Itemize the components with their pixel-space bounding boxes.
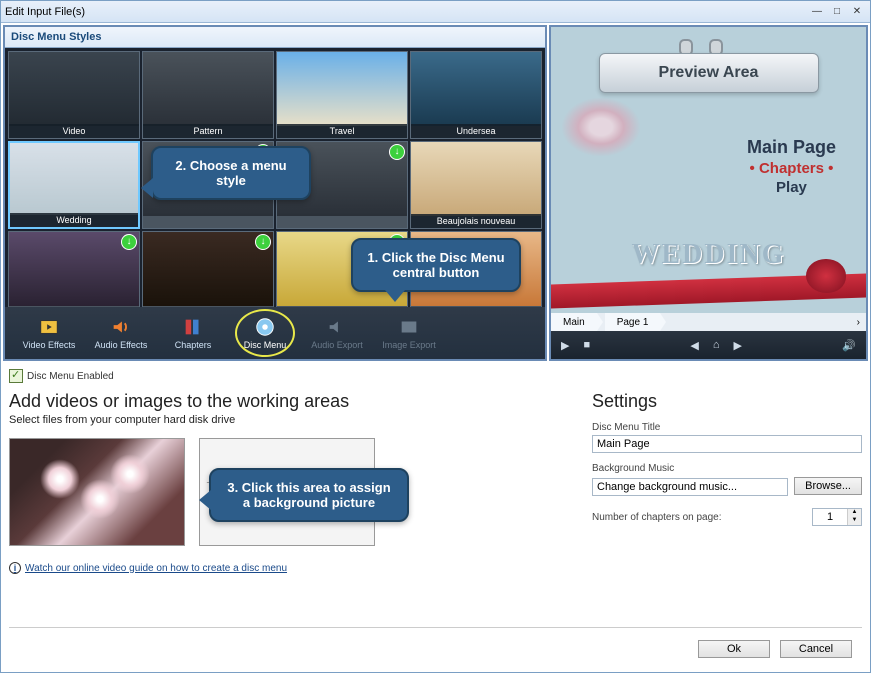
minimize-button[interactable]: — xyxy=(808,5,826,19)
preview-menu-play: Play xyxy=(747,179,836,196)
stop-icon[interactable]: ■ xyxy=(583,339,590,351)
page-breadcrumb: Main Page 1 › xyxy=(551,313,866,331)
preview-menu: Main Page • Chapters • Play xyxy=(747,137,836,196)
play-icon[interactable]: ▶ xyxy=(561,339,569,352)
playback-controls: ▶ ■ ◀ ⌂ ▶ 🔊 xyxy=(551,331,866,359)
tool-audio-export[interactable]: Audio Export xyxy=(301,309,373,357)
download-icon: ↓ xyxy=(121,234,137,250)
preview-label: Preview Area xyxy=(599,53,819,93)
close-button[interactable]: ✕ xyxy=(848,5,866,19)
home-icon[interactable]: ⌂ xyxy=(713,339,720,351)
working-subheading: Select files from your computer hard dis… xyxy=(9,414,562,426)
disc-menu-enabled-row: Disc Menu Enabled xyxy=(9,367,862,391)
disc-title-label: Disc Menu Title xyxy=(592,422,862,433)
working-heading: Add videos or images to the working area… xyxy=(9,391,562,412)
chapters-count-label: Number of chapters on page: xyxy=(592,512,722,523)
background-music-input[interactable] xyxy=(592,478,788,496)
decor-flowers xyxy=(561,97,641,157)
callout-choose-style: 2. Choose a menu style xyxy=(151,146,311,200)
preview-menu-main: Main Page xyxy=(747,137,836,158)
style-thumb-travel[interactable]: Travel xyxy=(276,51,408,139)
crumb-next-icon[interactable]: › xyxy=(851,317,866,328)
style-thumb-9[interactable]: ↓ xyxy=(142,231,274,307)
tool-disc-menu[interactable]: Disc Menu xyxy=(229,309,301,357)
tool-video-effects[interactable]: Video Effects xyxy=(13,309,85,357)
preview-menu-chapters: • Chapters • xyxy=(747,160,836,177)
volume-icon[interactable]: 🔊 xyxy=(842,339,856,352)
tool-audio-effects[interactable]: Audio Effects xyxy=(85,309,157,357)
style-thumb-video[interactable]: Video xyxy=(8,51,140,139)
style-thumb-8[interactable]: ↓ xyxy=(8,231,140,307)
cancel-button[interactable]: Cancel xyxy=(780,640,852,658)
disc-menu-enabled-checkbox[interactable] xyxy=(9,369,23,383)
spin-up-icon[interactable]: ▲ xyxy=(847,509,861,517)
styles-panel: Disc Menu Styles Video Pattern Travel Un… xyxy=(3,25,547,361)
download-icon: ↓ xyxy=(389,144,405,160)
preview-area: Preview Area Main Page • Chapters • Play… xyxy=(551,27,866,313)
prev-icon[interactable]: ◀ xyxy=(690,339,698,352)
info-icon: i xyxy=(9,562,21,574)
style-thumb-beaujolais[interactable]: Beaujolais nouveau xyxy=(410,141,542,229)
decor-rose xyxy=(806,259,846,293)
preview-panel: Preview Area Main Page • Chapters • Play… xyxy=(549,25,868,361)
spin-down-icon[interactable]: ▼ xyxy=(847,517,861,525)
video-guide-link[interactable]: i Watch our online video guide on how to… xyxy=(9,562,562,574)
crumb-page[interactable]: Page 1 xyxy=(605,313,661,331)
callout-click-disc-menu: 1. Click the Disc Menu central button xyxy=(351,238,521,292)
styles-header: Disc Menu Styles xyxy=(5,27,545,48)
settings-heading: Settings xyxy=(592,391,862,412)
disc-menu-enabled-label: Disc Menu Enabled xyxy=(27,371,114,382)
style-thumb-undersea[interactable]: Undersea xyxy=(410,51,542,139)
disc-title-input[interactable] xyxy=(592,435,862,453)
background-music-label: Background Music xyxy=(592,463,862,474)
window-title: Edit Input File(s) xyxy=(5,6,806,18)
style-thumb-pattern[interactable]: Pattern xyxy=(142,51,274,139)
preview-decor-text: WEDDING xyxy=(631,239,785,271)
titlebar: Edit Input File(s) — □ ✕ xyxy=(1,1,870,23)
crumb-main[interactable]: Main xyxy=(551,313,597,331)
editor-toolbar: Video Effects Audio Effects Chapters Dis… xyxy=(5,307,545,359)
download-icon: ↓ xyxy=(255,234,271,250)
next-icon[interactable]: ▶ xyxy=(734,339,742,352)
styles-grid: Video Pattern Travel Undersea Wedding ↓ … xyxy=(5,48,545,307)
style-thumb-wedding[interactable]: Wedding xyxy=(8,141,140,229)
callout-background-picture: 3. Click this area to assign a backgroun… xyxy=(209,468,409,522)
browse-button[interactable]: Browse... xyxy=(794,477,862,495)
chapters-count-input[interactable] xyxy=(813,509,847,525)
chapters-count-stepper[interactable]: ▲▼ xyxy=(812,508,862,526)
background-picture-area[interactable] xyxy=(9,438,185,546)
tool-chapters[interactable]: Chapters xyxy=(157,309,229,357)
ok-button[interactable]: Ok xyxy=(698,640,770,658)
tool-image-export[interactable]: Image Export xyxy=(373,309,445,357)
maximize-button[interactable]: □ xyxy=(828,5,846,19)
divider xyxy=(9,627,862,628)
